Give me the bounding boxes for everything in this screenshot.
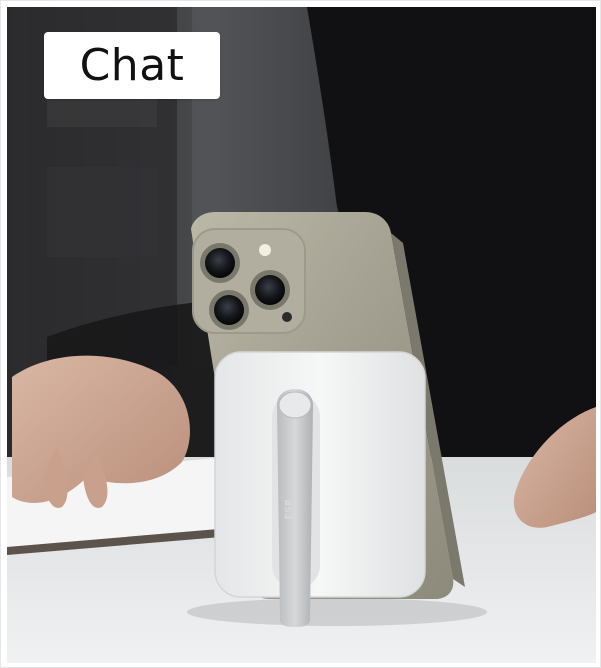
image-frame: Chat ESR bbox=[0, 0, 601, 668]
product-photo bbox=[7, 7, 596, 663]
esr-logo-text: ESR bbox=[285, 498, 295, 520]
photo-illustration bbox=[7, 7, 596, 663]
chat-badge[interactable]: Chat bbox=[44, 32, 220, 99]
esr-logo: ESR bbox=[282, 493, 298, 525]
chat-badge-label: Chat bbox=[79, 39, 185, 91]
